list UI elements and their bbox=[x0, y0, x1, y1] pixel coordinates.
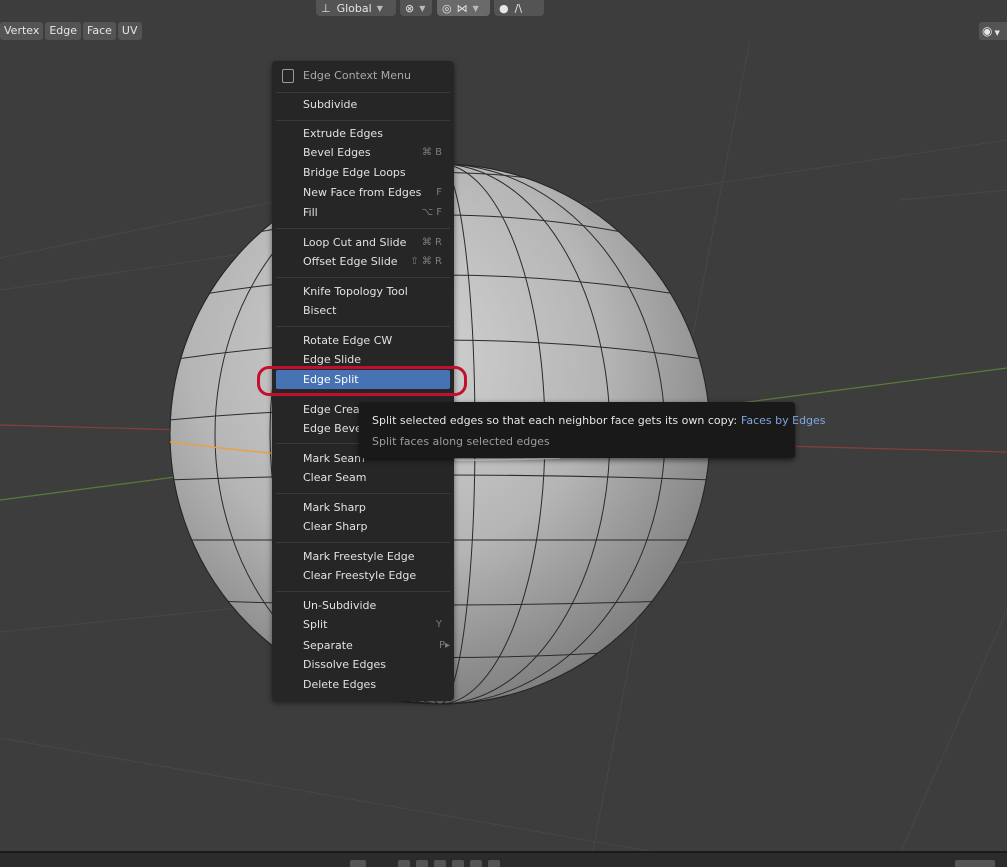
menu-separator bbox=[276, 591, 450, 592]
chevron-down-icon: ▼ bbox=[376, 3, 383, 13]
menu-item-subdivide[interactable]: Subdivide bbox=[272, 95, 454, 114]
pivot-point-dropdown[interactable]: ⊗ ▼ bbox=[400, 0, 432, 16]
proportional-editing-dropdown[interactable]: ● /\ bbox=[494, 0, 544, 16]
menu-item-mark-freestyle-edge[interactable]: Mark Freestyle Edge bbox=[272, 547, 454, 566]
play-reverse-icon[interactable] bbox=[434, 860, 446, 867]
menu-uv[interactable]: UV bbox=[117, 22, 142, 40]
transform-orientation-value: Global bbox=[336, 1, 372, 15]
menu-item-bevel-edges[interactable]: Bevel Edges ⌘ B bbox=[272, 143, 454, 162]
falloff-curve-icon: /\ bbox=[514, 1, 523, 15]
frame-field[interactable] bbox=[955, 860, 995, 867]
menu-item-separate[interactable]: Separate P▸ bbox=[272, 636, 454, 655]
menu-separator bbox=[276, 326, 450, 327]
menu-separator bbox=[276, 493, 450, 494]
jump-to-end-icon[interactable] bbox=[488, 860, 500, 867]
menu-item-extrude-edges[interactable]: Extrude Edges bbox=[272, 124, 454, 143]
menu-edge[interactable]: Edge bbox=[45, 22, 82, 40]
menu-item-clear-sharp[interactable]: Clear Sharp bbox=[272, 517, 454, 536]
menu-separator bbox=[276, 120, 450, 121]
menu-item-offset-edge-slide[interactable]: Offset Edge Slide ⇧ ⌘ R bbox=[272, 252, 454, 271]
tooltip-description: Split selected edges so that each neighb… bbox=[372, 414, 738, 427]
snap-increment-icon: ⋈ bbox=[456, 1, 468, 15]
header-toolbar: ⊥ Global ▼ ⊗ ▼ ◎ ⋈ ▼ ● /\ bbox=[0, 0, 1007, 17]
menu-separator bbox=[276, 228, 450, 229]
annotation-highlight-ring bbox=[257, 366, 467, 396]
menu-item-bisect[interactable]: Bisect bbox=[272, 301, 454, 320]
menu-item-loop-cut-and-slide[interactable]: Loop Cut and Slide ⌘ R bbox=[272, 233, 454, 252]
menu-item-rotate-edge-cw[interactable]: Rotate Edge CW bbox=[272, 331, 454, 350]
menu-icon bbox=[282, 69, 294, 83]
menu-item-new-face-from-edges[interactable]: New Face from Edges F bbox=[272, 183, 454, 202]
menu-title: Edge Context Menu bbox=[272, 61, 454, 91]
transform-orientation-dropdown[interactable]: ⊥ Global ▼ bbox=[316, 0, 396, 16]
tooltip-subtitle: Split faces along selected edges bbox=[372, 435, 550, 448]
menu-separator bbox=[276, 92, 450, 93]
menu-item-clear-freestyle-edge[interactable]: Clear Freestyle Edge bbox=[272, 566, 454, 585]
menu-item-clear-seam[interactable]: Clear Seam bbox=[272, 468, 454, 487]
chevron-down-icon: ▼ bbox=[994, 29, 1000, 37]
operator-tooltip: Split selected edges so that each neighb… bbox=[359, 402, 826, 458]
transform-orientation-icon: ⊥ bbox=[321, 1, 331, 15]
menu-item-delete-edges[interactable]: Delete Edges bbox=[272, 675, 454, 694]
menu-title-text: Edge Context Menu bbox=[303, 69, 411, 82]
snap-magnet-icon: ◎ bbox=[442, 1, 452, 15]
visibility-toggle[interactable]: ◉ ▼ bbox=[979, 22, 1007, 40]
tooltip-description-line: Split selected edges so that each neighb… bbox=[372, 414, 826, 427]
menu-item-knife-topology-tool[interactable]: Knife Topology Tool bbox=[272, 282, 454, 301]
play-icon[interactable] bbox=[452, 860, 464, 867]
menu-item-split[interactable]: Split Y bbox=[272, 615, 454, 634]
menu-separator bbox=[276, 542, 450, 543]
chevron-down-icon: ▼ bbox=[472, 3, 479, 13]
timeline-button[interactable] bbox=[350, 860, 366, 867]
pivot-icon: ⊗ bbox=[405, 1, 415, 15]
mesh-menus: Vertex Edge Face UV bbox=[0, 22, 144, 40]
tooltip-type: Faces by Edges bbox=[741, 414, 826, 427]
proportional-editing-icon: ● bbox=[499, 1, 509, 15]
menu-separator bbox=[276, 277, 450, 278]
menu-item-un-subdivide[interactable]: Un-Subdivide bbox=[272, 596, 454, 615]
menu-item-fill[interactable]: Fill ⌥ F bbox=[272, 203, 454, 222]
menu-item-dissolve-edges[interactable]: Dissolve Edges bbox=[272, 655, 454, 674]
menu-item-mark-sharp[interactable]: Mark Sharp bbox=[272, 498, 454, 517]
menu-item-bridge-edge-loops[interactable]: Bridge Edge Loops bbox=[272, 163, 454, 182]
menu-face[interactable]: Face bbox=[83, 22, 116, 40]
jump-keyframe-back-icon[interactable] bbox=[416, 860, 428, 867]
jump-to-start-icon[interactable] bbox=[398, 860, 410, 867]
menu-vertex[interactable]: Vertex bbox=[0, 22, 44, 40]
jump-keyframe-forward-icon[interactable] bbox=[470, 860, 482, 867]
eye-icon: ◉ bbox=[982, 24, 993, 38]
chevron-down-icon: ▼ bbox=[419, 3, 426, 13]
snapping-dropdown[interactable]: ◎ ⋈ ▼ bbox=[437, 0, 490, 16]
